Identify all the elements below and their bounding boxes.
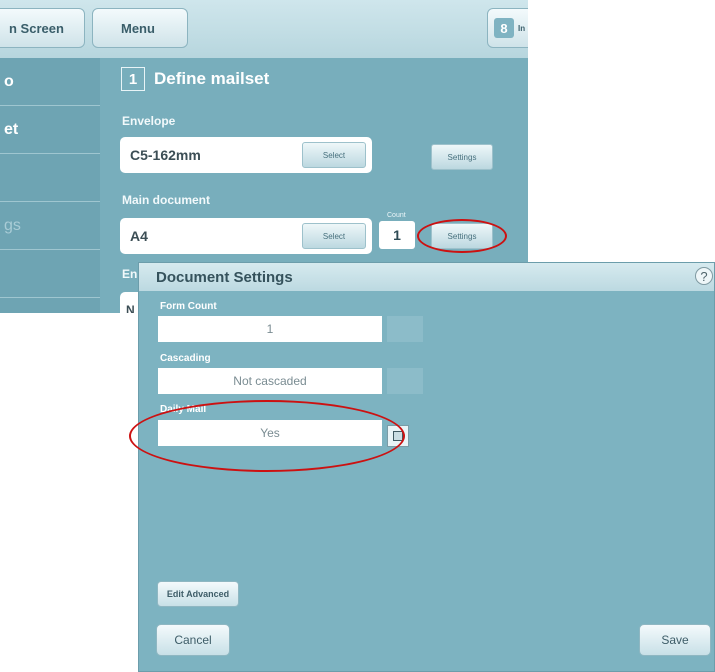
highlight-circle [129, 400, 405, 472]
form-count-value: 1 [266, 322, 274, 336]
sidebar-item-label: et [4, 120, 19, 138]
highlight-circle [417, 219, 507, 253]
next-section-value: N [126, 303, 135, 313]
main-document-select-button[interactable]: Select [302, 223, 366, 249]
user-button[interactable]: 8 In [487, 8, 528, 48]
edit-advanced-label: Edit Advanced [166, 589, 230, 599]
envelope-select-label: Select [322, 150, 346, 160]
envelope-label: Envelope [122, 114, 176, 128]
user-icon: 8 [494, 18, 514, 38]
menu-label: Menu [121, 20, 155, 36]
save-label: Save [661, 633, 689, 647]
menu-button[interactable]: Menu [92, 8, 188, 48]
cascading-field[interactable]: Not cascaded [158, 368, 382, 394]
envelope-value: C5-162mm [130, 147, 201, 163]
main-document-select-label: Select [322, 231, 346, 241]
dialog-header: Document Settings ? [139, 263, 714, 291]
home-screen-button[interactable]: n Screen [0, 8, 85, 48]
home-screen-label: n Screen [9, 20, 64, 36]
next-section-label: En [122, 267, 138, 281]
save-button[interactable]: Save [639, 624, 711, 656]
sidebar-item-label: gs [4, 216, 21, 234]
cascading-label: Cascading [160, 353, 211, 364]
sidebar-item-label: o [4, 72, 14, 90]
main-document-label: Main document [122, 193, 211, 207]
cascading-side-button[interactable] [387, 368, 423, 394]
sidebar: o et gs [0, 58, 100, 313]
step-number-badge: 1 [121, 67, 145, 91]
count-label: Count [387, 212, 406, 219]
form-count-side-button[interactable] [387, 316, 423, 342]
user-label: In [518, 23, 526, 33]
main-document-value: A4 [130, 228, 148, 244]
cancel-button[interactable]: Cancel [156, 624, 230, 656]
form-count-field[interactable]: 1 [158, 316, 382, 342]
dialog-title: Document Settings [156, 269, 293, 286]
top-bar: n Screen Menu 8 In [0, 0, 528, 58]
envelope-settings-label: Settings [447, 152, 477, 162]
edit-advanced-button[interactable]: Edit Advanced [157, 581, 239, 607]
document-settings-dialog: Document Settings ? Form Count 1 Cascadi… [129, 262, 715, 672]
sidebar-item-setup[interactable]: o [0, 58, 100, 106]
count-field[interactable]: 1 [379, 221, 415, 249]
sidebar-item-5[interactable] [0, 250, 100, 298]
envelope-select-button[interactable]: Select [302, 142, 366, 168]
envelope-settings-button[interactable]: Settings [431, 144, 493, 170]
form-count-label: Form Count [160, 301, 217, 312]
sidebar-item-mailset[interactable]: et [0, 106, 100, 154]
cancel-label: Cancel [174, 633, 212, 647]
page-title: Define mailset [154, 69, 270, 88]
sidebar-item-3[interactable] [0, 154, 100, 202]
sidebar-item-settings[interactable]: gs [0, 202, 100, 250]
help-icon[interactable]: ? [695, 267, 713, 285]
cascading-value: Not cascaded [233, 374, 307, 388]
